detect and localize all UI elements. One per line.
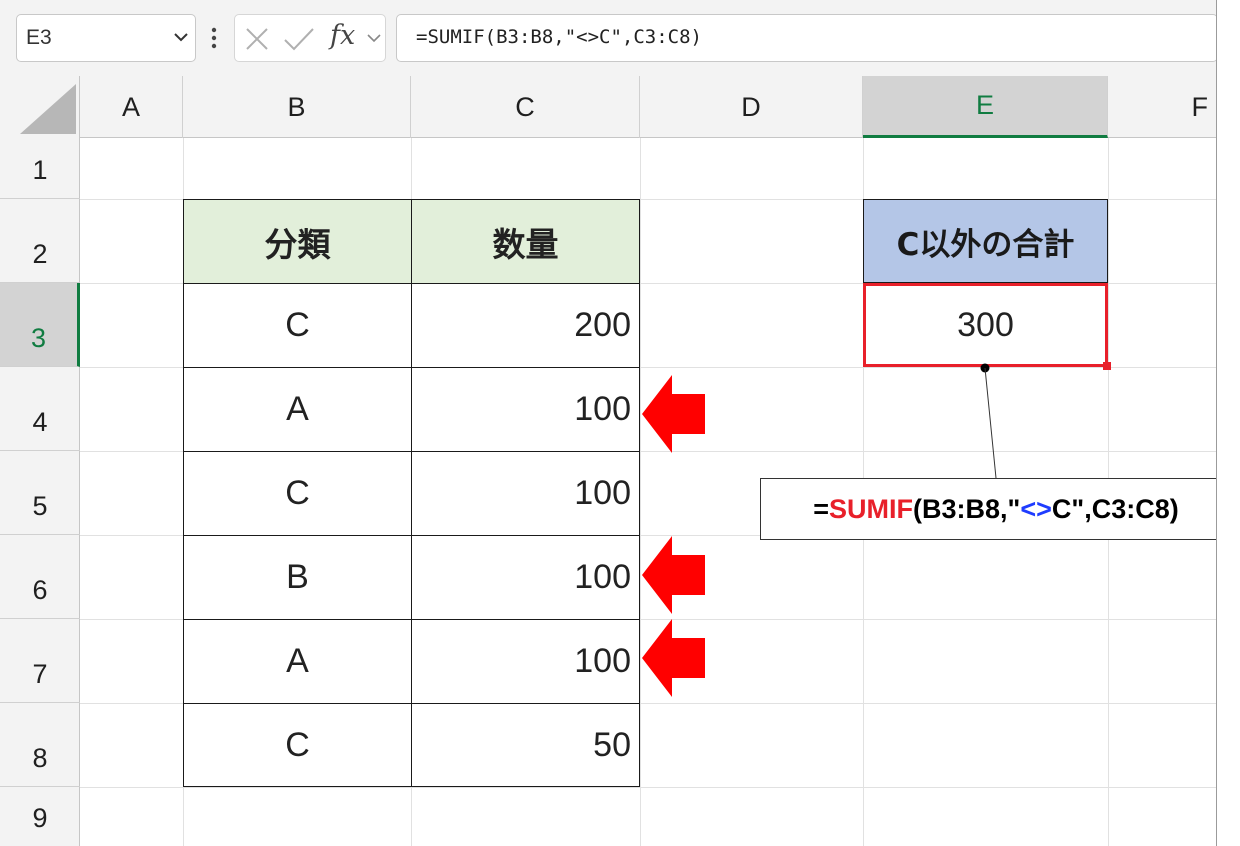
column-header-e[interactable]: E — [863, 76, 1108, 138]
select-all-triangle-icon — [20, 84, 76, 134]
column-header-c[interactable]: C — [411, 76, 640, 138]
left-arrow-icon — [642, 619, 705, 697]
row-header-5[interactable]: 5 — [0, 451, 80, 535]
column-header-a[interactable]: A — [80, 76, 183, 138]
left-arrow-icon — [642, 375, 705, 453]
more-options-icon[interactable] — [210, 25, 218, 51]
cell-b4[interactable]: A — [183, 367, 412, 452]
column-header-b[interactable]: B — [183, 76, 411, 138]
row-header-8[interactable]: 8 — [0, 703, 80, 787]
cell-b8[interactable]: C — [183, 703, 412, 787]
callout-function: SUMIF — [829, 493, 914, 524]
cell-b6[interactable]: B — [183, 535, 412, 620]
result-cell-e3[interactable]: 300 — [863, 283, 1108, 367]
insert-function-button[interactable]: fx — [330, 20, 355, 51]
callout-prefix: = — [813, 493, 830, 524]
row-header-6[interactable]: 6 — [0, 535, 80, 619]
window-edge — [1216, 0, 1240, 846]
fill-handle[interactable] — [1103, 362, 1111, 370]
name-box-value: E3 — [26, 26, 52, 49]
cell-b7[interactable]: A — [183, 619, 412, 704]
enter-check-icon[interactable] — [282, 26, 316, 52]
callout-operator: <> — [1020, 493, 1052, 524]
cell-c6[interactable]: 100 — [411, 535, 640, 620]
cell-b3[interactable]: C — [183, 283, 412, 368]
cell-c8[interactable]: 50 — [411, 703, 640, 787]
column-header-f[interactable]: F — [1108, 76, 1216, 138]
formula-callout: = SUMIF (B3:B8," <> C",C3:C8) — [760, 478, 1232, 540]
formula-text: =SUMIF(B3:B8,"<>C",C3:C8) — [416, 26, 702, 48]
chevron-down-icon[interactable] — [172, 28, 190, 46]
callout-connector — [980, 363, 997, 479]
header-cell-category[interactable]: 分類 — [183, 199, 412, 284]
row-header-7[interactable]: 7 — [0, 619, 80, 703]
callout-args-start: (B3:B8," — [913, 493, 1021, 524]
cell-b5[interactable]: C — [183, 451, 412, 536]
cell-c4[interactable]: 100 — [411, 367, 640, 452]
cell-c3[interactable]: 200 — [411, 283, 640, 368]
cell-c5[interactable]: 100 — [411, 451, 640, 536]
column-header-d[interactable]: D — [640, 76, 863, 138]
left-arrow-icon — [642, 536, 705, 614]
chevron-down-icon[interactable] — [366, 31, 382, 45]
gridline — [80, 787, 1216, 788]
callout-args-end: C",C3:C8) — [1051, 493, 1179, 524]
row-header-1[interactable]: 1 — [0, 138, 80, 199]
row-header-9[interactable]: 9 — [0, 787, 80, 846]
row-header-4[interactable]: 4 — [0, 367, 80, 451]
header-cell-quantity[interactable]: 数量 — [411, 199, 640, 284]
result-header-cell[interactable]: C以外の合計 — [863, 199, 1108, 283]
row-header-3[interactable]: 3 — [0, 283, 80, 367]
gridline — [640, 138, 641, 846]
cell-c7[interactable]: 100 — [411, 619, 640, 704]
cancel-icon[interactable] — [244, 26, 270, 52]
row-header-2[interactable]: 2 — [0, 199, 80, 283]
